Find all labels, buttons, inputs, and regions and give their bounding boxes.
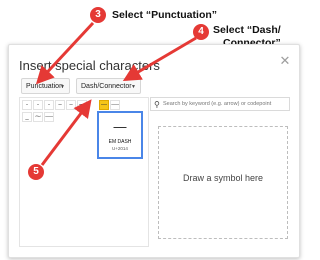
char-cell[interactable]: ⁓ <box>33 112 43 122</box>
draw-area[interactable]: Draw a symbol here <box>158 126 288 239</box>
category-dropdown-label: Punctuation <box>26 83 63 90</box>
insert-special-characters-dialog: Insert special characters ✕ Punctuation … <box>8 44 300 258</box>
preview-symbol: — <box>113 119 127 134</box>
char-cell[interactable]: ⸻ <box>44 112 54 122</box>
preview-codepoint: U+2014 <box>112 146 128 151</box>
step-3-label: Select “Punctuation” <box>112 9 218 21</box>
subcategory-dropdown-label: Dash/Connector <box>81 83 132 90</box>
char-cell[interactable]: ‑ <box>44 100 54 110</box>
draw-area-label: Draw a symbol here <box>182 173 264 183</box>
subcategory-dropdown[interactable]: Dash/Connector ▼ <box>76 78 141 94</box>
char-cell[interactable]: ‒ <box>55 100 65 110</box>
step-4-label-line1: Select “Dash/ <box>213 24 281 36</box>
char-cell[interactable]: - <box>22 100 32 110</box>
char-cell[interactable]: ⸺ <box>110 100 120 110</box>
character-preview-card: — EM DASH U+2014 <box>97 111 143 159</box>
close-icon[interactable]: ✕ <box>279 54 291 67</box>
search-icon: ⚲ <box>154 100 160 109</box>
chevron-down-icon: ▼ <box>60 84 65 90</box>
step-4-badge: 4 <box>193 24 209 40</box>
search-field[interactable]: ⚲ <box>150 97 290 111</box>
char-cell-em-dash-selected[interactable]: ― <box>99 100 109 110</box>
char-cell[interactable]: _ <box>22 112 32 122</box>
search-input[interactable] <box>163 99 287 109</box>
chevron-down-icon: ▼ <box>131 84 136 90</box>
step-3-badge: 3 <box>90 7 106 23</box>
char-cell[interactable]: ‐ <box>33 100 43 110</box>
char-cell[interactable]: – <box>66 100 76 110</box>
preview-name: EM DASH <box>108 139 132 145</box>
char-cell[interactable]: — <box>77 100 87 110</box>
step-5-badge: 5 <box>28 164 44 180</box>
dialog-title: Insert special characters <box>19 58 160 73</box>
category-dropdown[interactable]: Punctuation ▼ <box>21 78 70 94</box>
